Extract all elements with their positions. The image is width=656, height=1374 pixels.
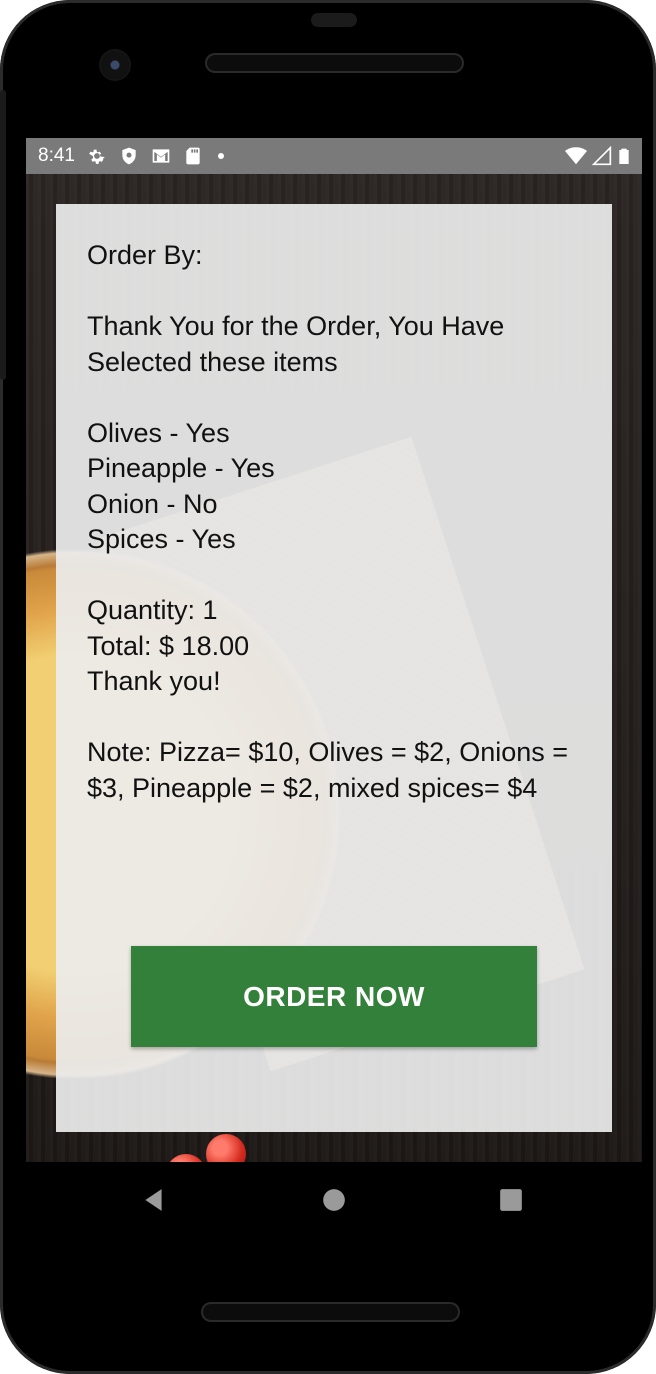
phone-side-button	[0, 90, 6, 380]
shield-icon	[122, 147, 136, 165]
thank-you-message: Thank You for the Order, You Have Select…	[87, 311, 512, 377]
recents-button[interactable]	[497, 1186, 525, 1214]
status-time: 8:41	[38, 145, 75, 166]
signal-icon	[592, 146, 612, 166]
front-camera	[101, 51, 129, 79]
home-button[interactable]	[320, 1186, 348, 1214]
phone-frame: 8:41 Order By: Thank You for the Order, …	[0, 0, 656, 1374]
home-icon	[323, 1189, 345, 1211]
navigation-bar	[26, 1162, 642, 1238]
total-text: Total: $ 18.00	[87, 630, 250, 661]
back-icon	[145, 1189, 162, 1211]
back-button[interactable]	[140, 1186, 168, 1214]
quantity-text: Quantity: 1	[87, 595, 218, 625]
tomato-decoration	[206, 1134, 246, 1162]
earpiece-speaker	[207, 55, 462, 71]
closing-text: Thank you!	[87, 666, 221, 696]
settings-icon	[89, 149, 105, 164]
item-olives: Olives - Yes	[87, 417, 230, 448]
tomato-decoration	[166, 1154, 206, 1162]
app-background: Order By: Thank You for the Order, You H…	[26, 174, 642, 1162]
order-by-label: Order By:	[87, 240, 203, 270]
screen: 8:41 Order By: Thank You for the Order, …	[26, 138, 642, 1238]
item-spices: Spices - Yes	[87, 524, 236, 554]
recents-icon	[500, 1189, 522, 1211]
price-note: Note: Pizza= $10, Olives = $2, Onions = …	[87, 737, 576, 803]
bottom-speaker	[203, 1304, 458, 1320]
order-now-button[interactable]: ORDER NOW	[131, 946, 537, 1047]
sd-card-icon	[186, 147, 200, 165]
battery-icon	[619, 148, 629, 164]
order-summary-text: Order By: Thank You for the Order, You H…	[87, 238, 587, 806]
dot-icon	[217, 153, 224, 159]
wifi-icon	[565, 147, 587, 165]
status-bar: 8:41	[26, 138, 642, 174]
status-right	[564, 145, 632, 167]
item-pineapple: Pineapple - Yes	[87, 453, 275, 483]
order-summary-card: Order By: Thank You for the Order, You H…	[56, 204, 612, 1132]
phone-top-sensor	[311, 13, 357, 27]
item-onion: Onion - No	[87, 488, 218, 519]
gmail-icon	[152, 149, 170, 163]
status-left: 8:41	[38, 145, 227, 167]
